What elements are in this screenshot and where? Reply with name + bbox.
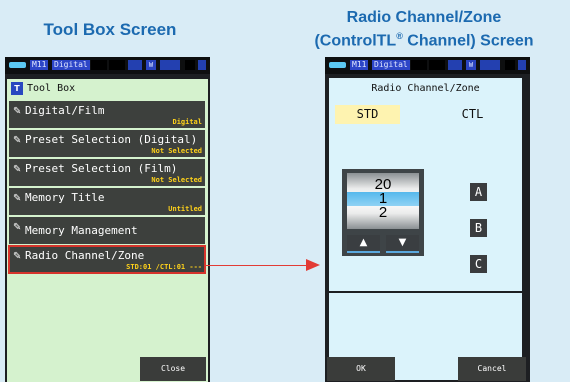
wrench-icon: ✎	[13, 251, 22, 262]
registered-mark: ®	[396, 31, 403, 41]
status-segment	[185, 60, 195, 70]
status-segment	[411, 60, 427, 70]
channel-next: 2	[378, 204, 388, 221]
radio-title: Radio Channel/Zone	[371, 83, 480, 94]
menu-item-preset-film[interactable]: ✎ Preset Selection (Film) Not Selected	[9, 159, 205, 186]
menu-item-value: Not Selected	[151, 176, 202, 184]
status-segment	[198, 60, 206, 70]
status-segment	[128, 60, 142, 70]
triangle-up-icon: ▲	[359, 237, 368, 248]
zone-a-button[interactable]: A	[470, 183, 487, 201]
channel-drum[interactable]: 20 1 2 ▲ ▼	[342, 169, 424, 256]
zone-b-button[interactable]: B	[470, 219, 487, 237]
status-segment	[480, 60, 500, 70]
status-segment	[448, 60, 462, 70]
connector-line	[222, 265, 312, 266]
battery-icon	[9, 62, 26, 68]
menu-item-label: Preset Selection (Film)	[25, 162, 178, 175]
wrench-icon: ✎	[13, 164, 22, 175]
battery-icon	[329, 62, 346, 68]
menu-item-value: Untitled	[168, 205, 202, 213]
mode-indicator: M11	[30, 60, 49, 70]
radio-caption-line2-pre: (ControlTL	[314, 32, 397, 50]
status-segment	[505, 60, 515, 70]
menu-item-value: Digital	[172, 118, 202, 126]
radio-panel: Radio Channel/Zone STD CTL 20 1 2 ▲ ▼ A …	[329, 78, 522, 291]
radio-caption-line1: Radio Channel/Zone	[346, 9, 502, 26]
toolbox-icon: T	[11, 82, 23, 95]
wrench-icon: ✎	[13, 193, 22, 204]
menu-item-label: Memory Title	[25, 191, 105, 204]
menu-item-digital-film[interactable]: ✎ Digital/Film Digital	[9, 101, 205, 128]
cancel-button[interactable]: Cancel	[458, 357, 526, 381]
status-segment	[518, 60, 526, 70]
medium-indicator: Digital	[52, 60, 90, 70]
radio-caption: Radio Channel/Zone (ControlTL® Channel) …	[278, 8, 570, 50]
connector-line	[205, 265, 222, 266]
status-segment	[91, 60, 107, 70]
wrench-icon: ✎	[13, 222, 22, 233]
menu-item-label: Preset Selection (Digital)	[25, 133, 198, 146]
status-bar: M11 Digital W	[325, 57, 530, 74]
mode-indicator: M11	[350, 60, 369, 70]
menu-item-radio-channel[interactable]: ✎ Radio Channel/Zone STD:01 /CTL:01 ---	[8, 245, 206, 274]
flash-mode-icon: W	[146, 60, 156, 70]
status-bar: M11 Digital W	[5, 57, 210, 74]
zone-c-button[interactable]: C	[470, 255, 487, 273]
status-segment	[429, 60, 445, 70]
menu-item-label: Memory Management	[25, 224, 138, 237]
menu-item-label: Digital/Film	[25, 104, 105, 117]
medium-indicator: Digital	[372, 60, 410, 70]
toolbox-caption: Tool Box Screen	[43, 20, 177, 39]
menu-item-label: Radio Channel/Zone	[25, 249, 145, 262]
arrow-right-icon	[306, 259, 320, 271]
tab-ctl[interactable]: CTL	[450, 105, 495, 124]
radio-channel-screen: M11 Digital W Radio Channel/Zone STD CTL…	[325, 57, 530, 382]
radio-caption-line2-post: Channel) Screen	[402, 32, 534, 50]
toolbox-title: Tool Box	[27, 83, 76, 94]
status-segment	[109, 60, 125, 70]
menu-item-value: Not Selected	[151, 147, 202, 155]
wrench-icon: ✎	[13, 135, 22, 146]
triangle-down-icon: ▼	[398, 237, 407, 248]
toolbox-screen: M11 Digital W T Tool Box ✎ Digital/Film …	[5, 57, 210, 382]
wrench-icon: ✎	[13, 106, 22, 117]
menu-item-memory-title[interactable]: ✎ Memory Title Untitled	[9, 188, 205, 215]
channel-up-button[interactable]: ▲	[347, 235, 380, 253]
channel-down-button[interactable]: ▼	[386, 235, 419, 253]
ok-button[interactable]: OK	[327, 357, 395, 381]
tab-std[interactable]: STD	[335, 105, 400, 124]
toolbox-panel: T Tool Box ✎ Digital/Film Digital ✎ Pres…	[7, 79, 208, 382]
close-button[interactable]: Close	[140, 357, 206, 381]
flash-mode-icon: W	[466, 60, 476, 70]
menu-item-memory-management[interactable]: ✎ Memory Management	[9, 217, 205, 244]
channel-drum-face: 20 1 2	[347, 173, 419, 229]
status-segment	[160, 60, 180, 70]
toolbox-titlebar: T Tool Box	[7, 79, 208, 98]
menu-item-preset-digital[interactable]: ✎ Preset Selection (Digital) Not Selecte…	[9, 130, 205, 157]
menu-item-value: STD:01 /CTL:01 ---	[126, 263, 202, 271]
